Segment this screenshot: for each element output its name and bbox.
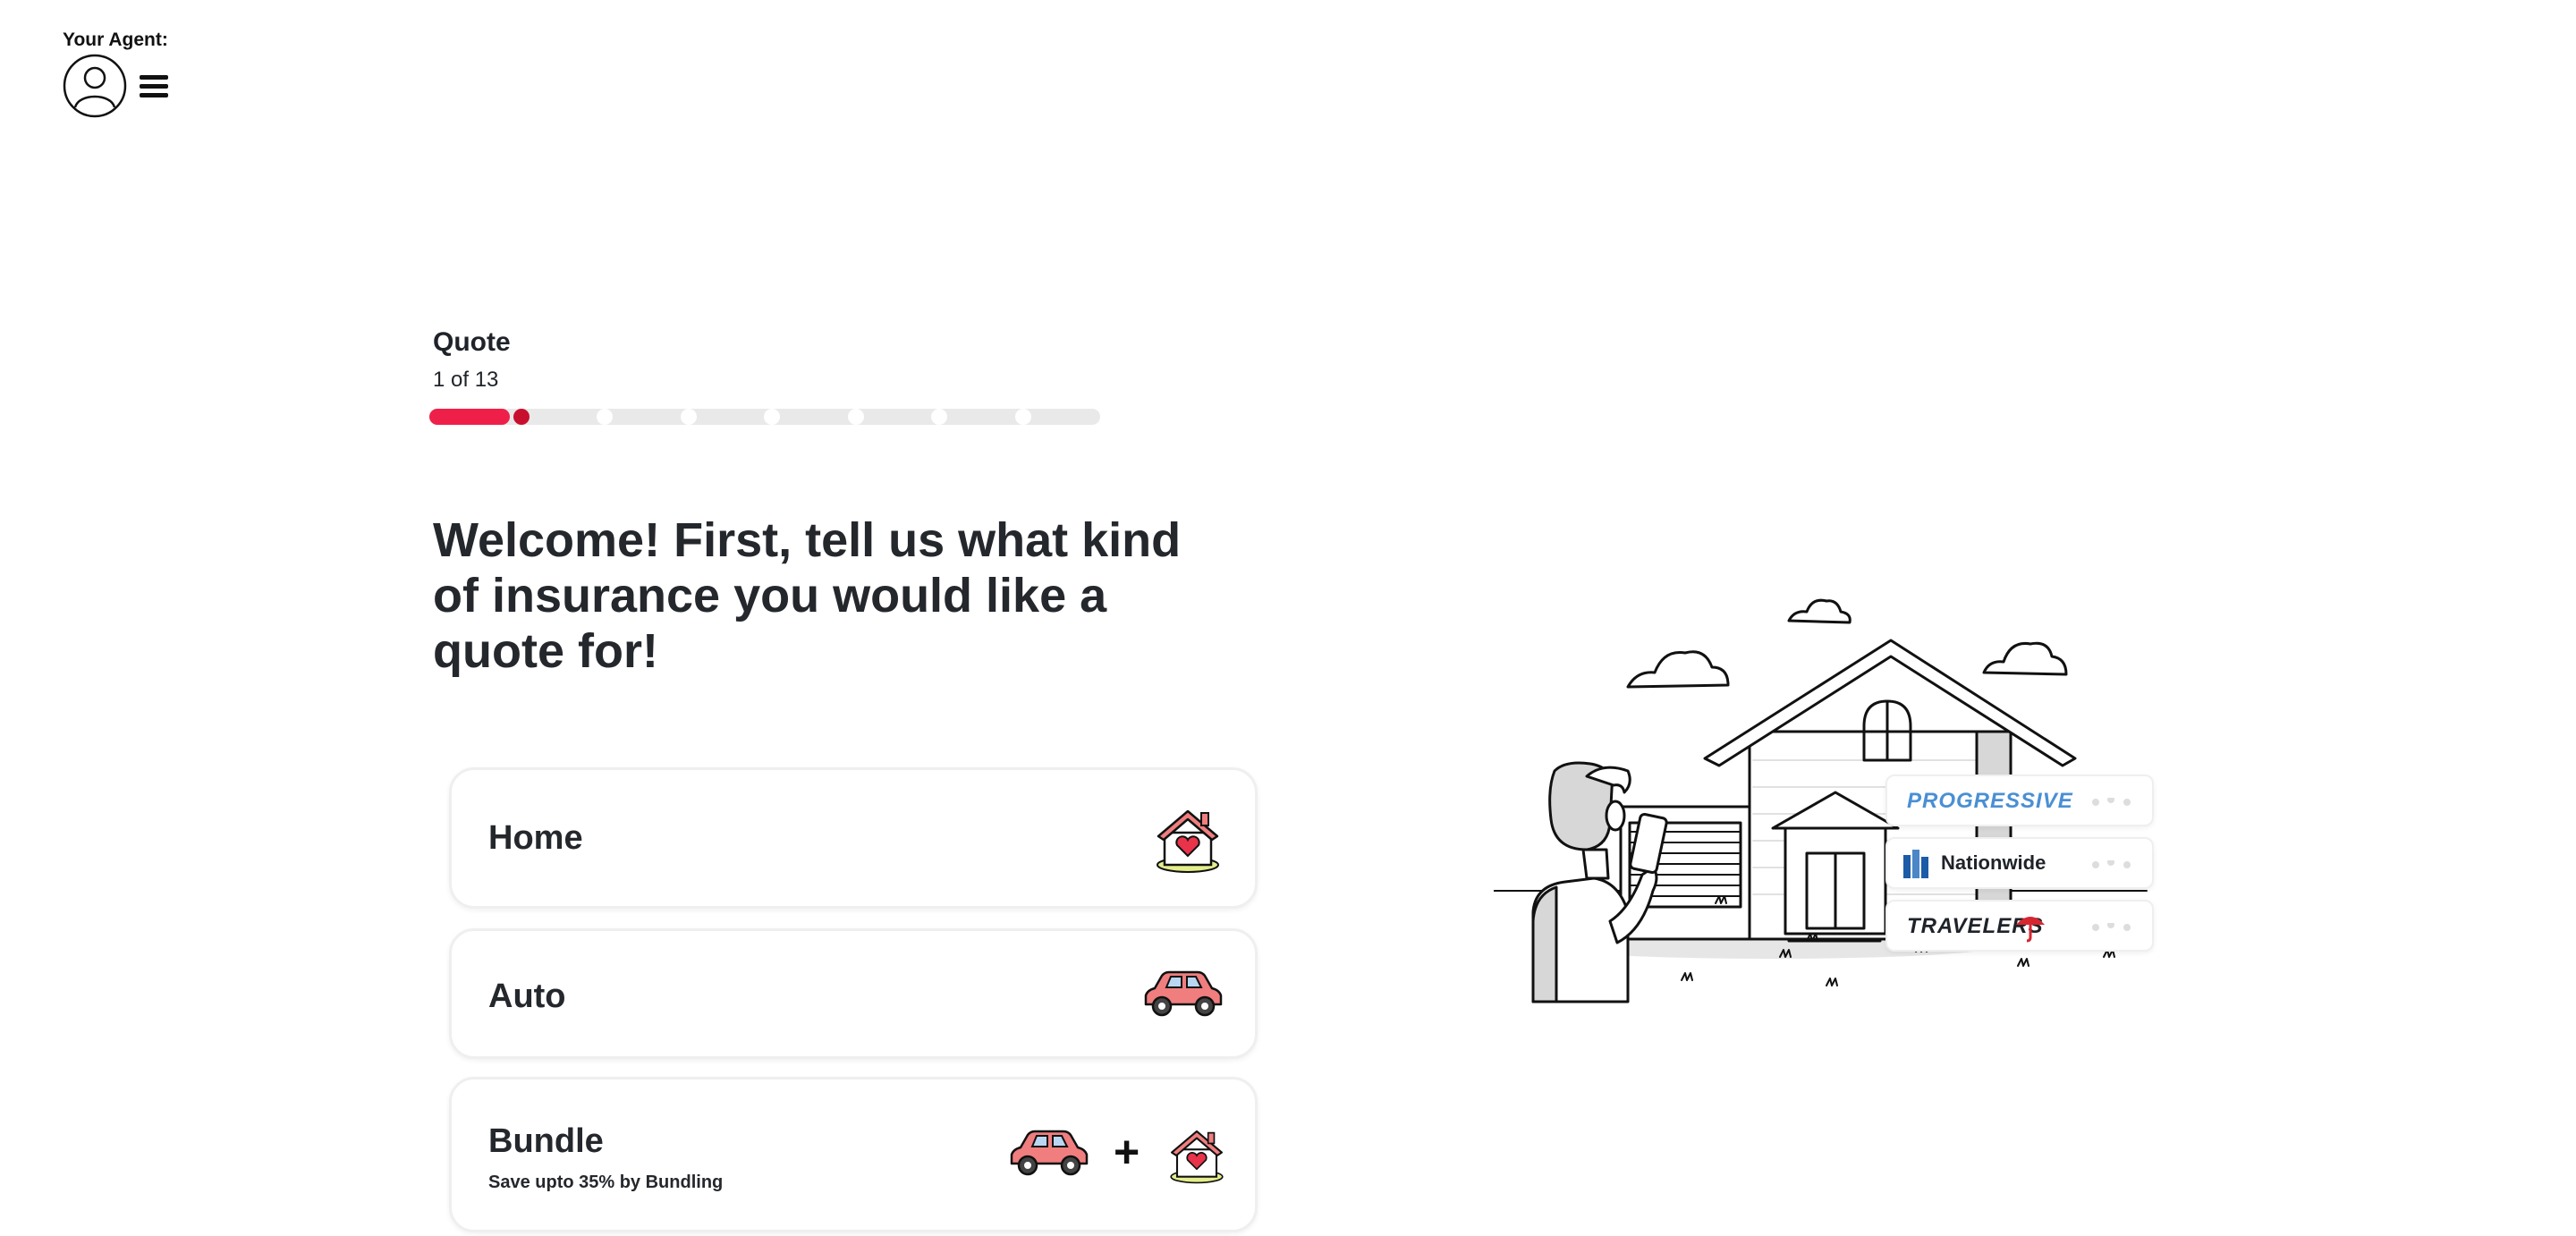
progress-step-dot <box>848 409 864 425</box>
user-avatar-icon[interactable] <box>63 54 127 118</box>
car-icon <box>1144 970 1223 1017</box>
step-counter: 1 of 13 <box>433 368 499 392</box>
umbrella-logo-icon <box>2016 917 2045 943</box>
progress-step-dot <box>597 409 613 425</box>
hamburger-menu-icon[interactable] <box>138 73 170 100</box>
option-home-card[interactable]: Home <box>449 767 1258 909</box>
progress-bar <box>429 409 1100 425</box>
carrier-card-nationwide: Nationwide <box>1885 837 2154 889</box>
loading-dots-icon <box>2092 860 2131 868</box>
option-home-label: Home <box>488 819 583 857</box>
house-heart-icon <box>1157 809 1219 873</box>
progress-step-dot <box>681 409 697 425</box>
progress-step-dot <box>513 409 530 425</box>
loading-dots-icon <box>2092 798 2131 806</box>
option-auto-label: Auto <box>488 978 566 1015</box>
page-headline: Welcome! First, tell us what kind of ins… <box>433 513 1182 678</box>
carrier-name: PROGRESSIVE <box>1907 789 2073 813</box>
option-bundle-label: Bundle <box>488 1122 604 1160</box>
loading-dots-icon <box>2092 923 2131 931</box>
progress-step-dot <box>1015 409 1031 425</box>
carrier-card-travelers: TRAVELERS <box>1885 900 2154 952</box>
carrier-card-progressive: PROGRESSIVE <box>1885 775 2154 826</box>
option-bundle-subtitle: Save upto 35% by Bundling <box>488 1173 724 1192</box>
house-heart-icon <box>1170 1130 1224 1184</box>
nationwide-logo-icon <box>1903 850 1928 878</box>
option-auto-card[interactable]: Auto <box>449 928 1258 1059</box>
plus-sign: + <box>1114 1127 1140 1177</box>
progress-fill <box>429 409 510 425</box>
progress-step-dot <box>764 409 780 425</box>
agent-label: Your Agent: <box>63 30 168 50</box>
progress-step-dot <box>931 409 947 425</box>
option-bundle-card[interactable]: Bundle Save upto 35% by Bundling + <box>449 1077 1258 1232</box>
car-icon <box>1010 1130 1089 1176</box>
quote-step-title: Quote <box>433 327 511 357</box>
carrier-name: Nationwide <box>1941 851 2046 874</box>
